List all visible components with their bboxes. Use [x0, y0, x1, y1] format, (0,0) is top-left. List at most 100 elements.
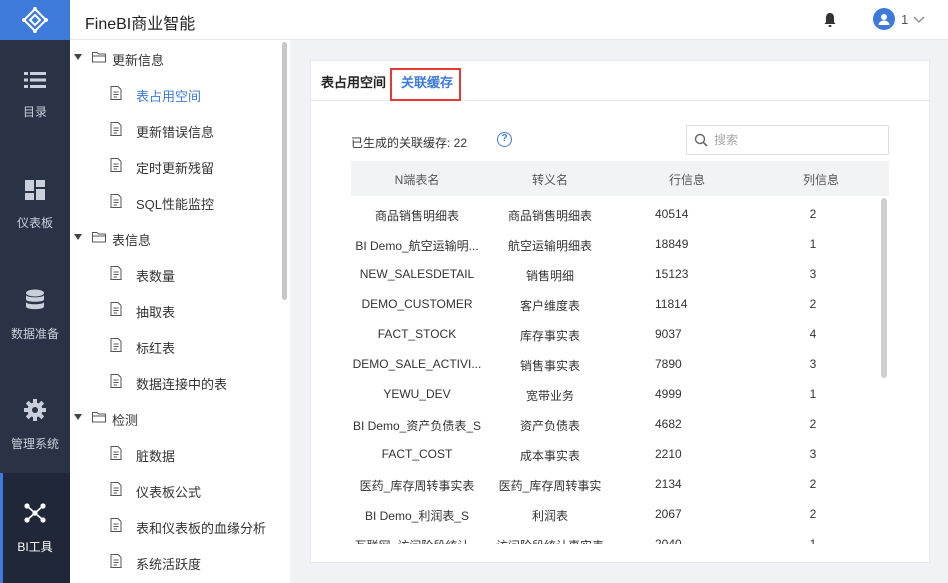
tree-item[interactable]: 表和仪表板的血缘分析 [70, 508, 280, 544]
document-icon [110, 194, 122, 208]
table-cell: 2 [809, 477, 817, 491]
tree-panel: 更新信息表占用空间更新错误信息定时更新残留 SQL性能监控表信息表数量 抽取表 标红表… [70, 40, 290, 583]
column-header-table-name[interactable]: N端表名 [351, 171, 483, 188]
tree-group[interactable]: 检测 [70, 400, 280, 436]
document-icon [110, 158, 122, 172]
tree-item-label: 定时更新残留 [136, 161, 215, 176]
table-cell: 1 [809, 237, 817, 251]
database-icon [26, 289, 44, 309]
table-row[interactable]: 商品销售明细表 商品销售明细表 40514 2 [351, 199, 881, 229]
tree-group-label: 表信息 [112, 233, 152, 248]
table-cell: 1 [809, 537, 817, 544]
caret-down-icon[interactable] [74, 234, 82, 240]
tree-item-label: 表和仪表板的血缘分析 [136, 521, 267, 536]
tree-group[interactable]: 更新信息 [70, 40, 280, 76]
nav-item-admin[interactable]: 管理系统 [0, 370, 70, 480]
tree-group[interactable]: 表信息 [70, 220, 280, 256]
table-cell: 成本事实表 [519, 449, 580, 463]
table-cell: 2 [809, 207, 817, 221]
document-icon [110, 122, 122, 136]
table-row[interactable]: 互联网_访问阶段统计... 访问阶段统计事实表 2040 1 [351, 529, 881, 544]
top-bar: FineBI商业智能 1 [0, 0, 948, 40]
table-cell: 销售事实表 [519, 359, 580, 373]
table-row[interactable]: BI Demo_利润表_S 利润表 2067 2 [351, 499, 881, 529]
caret-down-icon[interactable] [74, 414, 82, 420]
tree-item[interactable]: SQL性能监控 [70, 184, 280, 220]
tree-item[interactable]: 仪表板公式 [70, 472, 280, 508]
user-name[interactable]: 1 [901, 12, 908, 27]
column-header-columns[interactable]: 列信息 [779, 171, 863, 188]
table-cell: 4 [809, 327, 817, 341]
bell-icon[interactable] [823, 12, 837, 28]
dashboard-icon [25, 179, 45, 200]
search-box[interactable] [686, 125, 889, 155]
table-cell: 15123 [655, 267, 689, 281]
user-avatar[interactable] [873, 8, 895, 30]
tree-item[interactable]: 表数量 [70, 256, 280, 292]
tab-table-space[interactable]: 表占用空间 [321, 72, 386, 91]
app-logo[interactable] [0, 0, 70, 40]
table-cell: 2210 [655, 447, 682, 461]
table-row[interactable]: DEMO_CUSTOMER 客户维度表 11814 2 [351, 289, 881, 319]
tree-item[interactable]: 抽取表 [70, 292, 280, 328]
content-card: 表占用空间 关联缓存 已生成的关联缓存: 22 ? N端表名 转义名 行信息 列… [310, 60, 931, 563]
table-cell: DEMO_CUSTOMER [361, 297, 473, 311]
tree-item[interactable]: 脏数据 [70, 436, 280, 472]
table-cell: 1 [809, 387, 817, 401]
table-row[interactable]: YEWU_DEV 宽带业务 4999 1 [351, 379, 881, 409]
nav-item-bi-tools[interactable]: BI工具 [0, 473, 70, 583]
table-row[interactable]: FACT_COST 成本事实表 2210 3 [351, 439, 881, 469]
table-cell: 3 [809, 357, 817, 371]
table-cell: 库存事实表 [519, 329, 580, 343]
help-icon[interactable]: ? [497, 132, 512, 147]
document-icon [110, 266, 122, 280]
table-cell: 2 [809, 417, 817, 431]
search-input[interactable] [714, 131, 879, 149]
table-row[interactable]: DEMO_SALE_ACTIVI... 销售事实表 7890 3 [351, 349, 881, 379]
tree-item-label: 表占用空间 [136, 89, 202, 104]
tree-item[interactable]: 标红表 [70, 328, 280, 364]
table-cell: 2134 [655, 477, 682, 491]
nav-label: 仪表板 [16, 215, 53, 230]
table-cell: 9037 [655, 327, 682, 341]
table-cell: DEMO_SALE_ACTIVI... [352, 357, 482, 371]
tree-item[interactable]: 数据连接中的表 [70, 364, 280, 400]
table-row[interactable]: FACT_STOCK 库存事实表 9037 4 [351, 319, 881, 349]
tree-scrollbar[interactable] [282, 42, 287, 300]
folder-icon [92, 412, 106, 423]
document-icon [110, 446, 122, 460]
table-cell: BI Demo_航空运输明... [355, 239, 479, 253]
caret-down-icon[interactable] [74, 54, 82, 60]
table-cell: 7890 [655, 357, 682, 371]
table-cell: 客户维度表 [519, 299, 580, 313]
table-cell: 互联网_访问阶段统计... [351, 537, 483, 544]
tree-item[interactable]: 更新错误信息 [70, 112, 280, 148]
table-cell: 18849 [655, 237, 689, 251]
table-cell: 11814 [655, 297, 688, 311]
table-scrollbar[interactable] [881, 198, 887, 378]
table-cell: 访问阶段统计事实表 [493, 537, 607, 544]
table-header: N端表名 转义名 行信息 列信息 [351, 161, 889, 196]
chevron-down-icon[interactable] [912, 12, 926, 26]
document-icon [110, 302, 122, 316]
nav-item-catalog[interactable]: 目录 [0, 40, 70, 150]
document-icon [110, 86, 122, 100]
network-icon [24, 502, 46, 523]
tree-item[interactable]: 系统活跃度 [70, 544, 280, 580]
tree-item[interactable]: 定时更新残留 [70, 148, 280, 184]
table-cell: 医药_库存周转事实 [498, 479, 602, 493]
logo-icon [22, 7, 48, 33]
nav-item-dashboard[interactable]: 仪表板 [0, 150, 70, 260]
table-row[interactable]: BI Demo_航空运输明... 航空运输明细表 18849 1 [351, 229, 881, 259]
table-row[interactable]: 医药_库存周转事实表 医药_库存周转事实 2134 2 [351, 469, 881, 499]
table-row[interactable]: NEW_SALESDETAIL 销售明细 15123 3 [351, 259, 881, 289]
table-cell: BI Demo_资产负债表_S [352, 419, 482, 433]
tree-item[interactable]: 表占用空间 [70, 76, 280, 112]
table-row[interactable]: BI Demo_资产负债表_S 资产负债表 4682 2 [351, 409, 881, 439]
list-icon [24, 71, 46, 88]
cache-count-label: 已生成的关联缓存: 22 [351, 136, 468, 150]
nav-item-data-prep[interactable]: 数据准备 [0, 260, 70, 370]
column-header-alias[interactable]: 转义名 [493, 171, 607, 188]
column-header-rows[interactable]: 行信息 [647, 171, 727, 188]
search-icon [694, 133, 708, 147]
